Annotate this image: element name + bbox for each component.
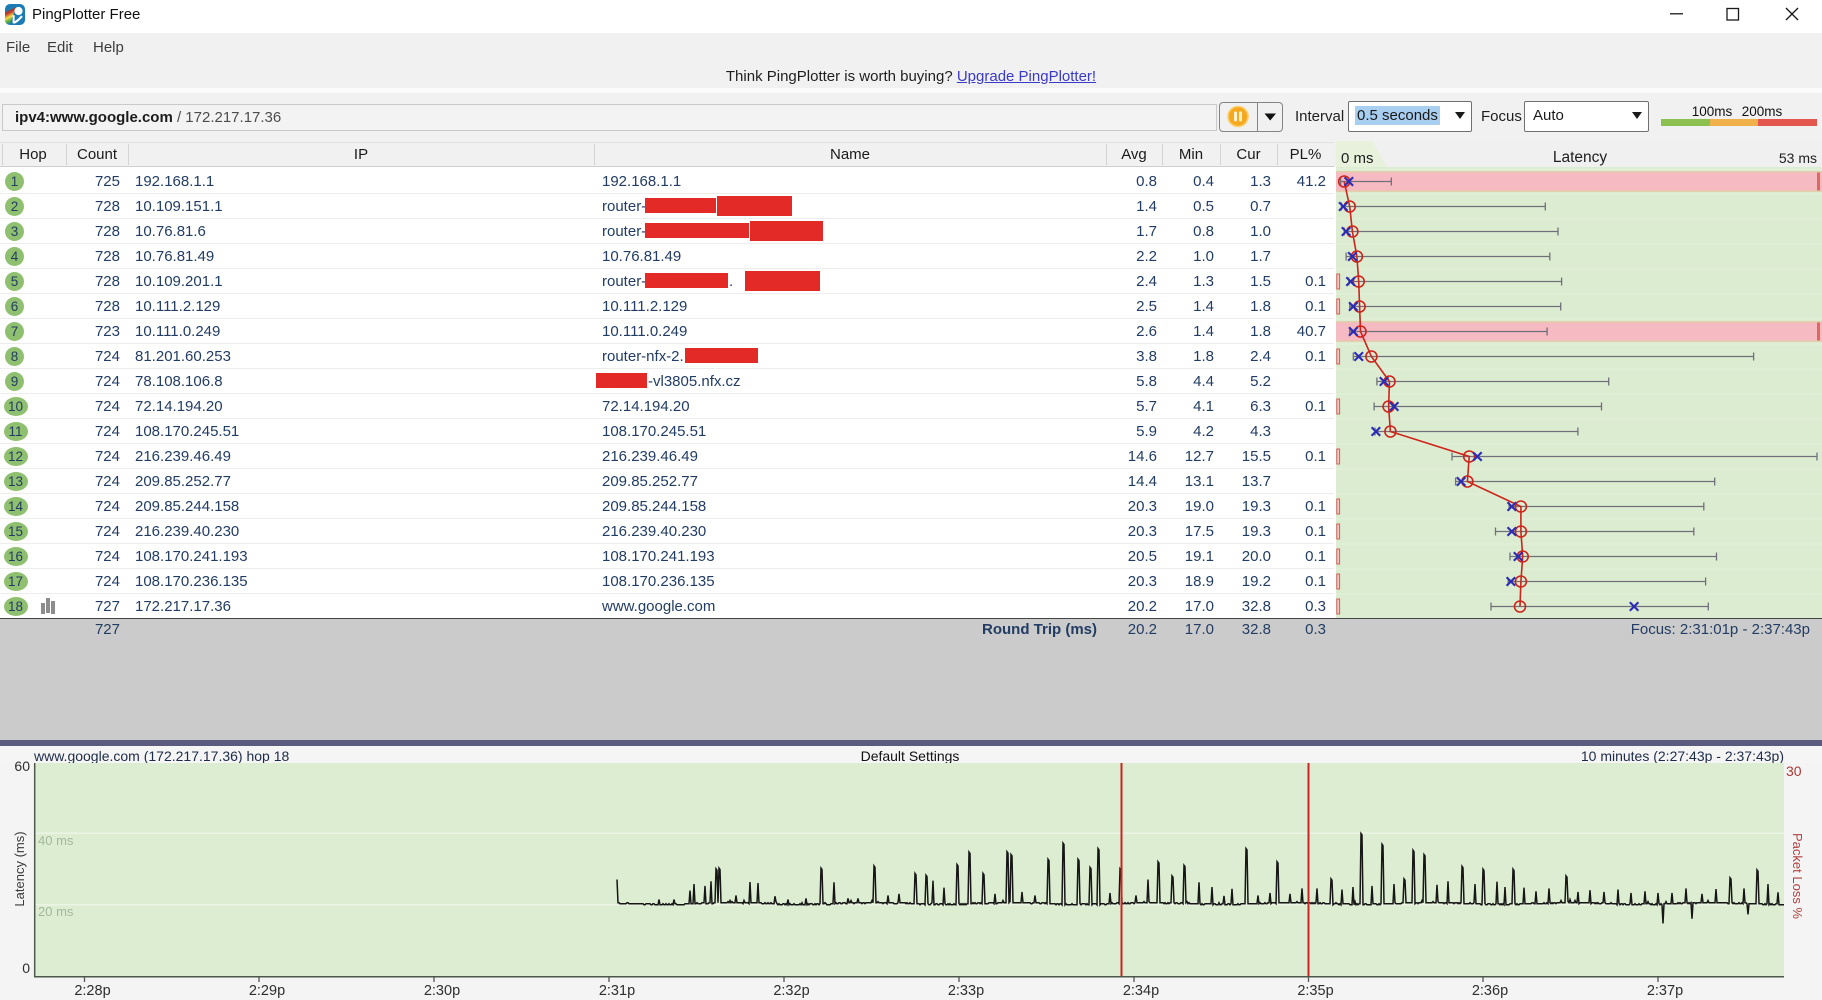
svg-text:2:28p: 2:28p [74,983,110,999]
svg-text:Latency (ms): Latency (ms) [12,831,27,906]
svg-text:2:37p: 2:37p [1647,983,1683,999]
svg-text:20 ms: 20 ms [38,904,74,919]
svg-text:2:35p: 2:35p [1297,983,1333,999]
svg-text:53 ms: 53 ms [1779,150,1817,166]
svg-text:Latency: Latency [1553,149,1608,166]
svg-text:2:33p: 2:33p [948,983,984,999]
svg-text:2:34p: 2:34p [1123,983,1159,999]
svg-text:0: 0 [22,960,30,976]
svg-text:0 ms: 0 ms [1341,150,1374,167]
svg-text:2:30p: 2:30p [424,983,460,999]
svg-text:60: 60 [14,758,30,774]
svg-text:Packet Loss %: Packet Loss % [1790,833,1805,919]
svg-text:40 ms: 40 ms [38,833,74,848]
svg-text:2:32p: 2:32p [773,983,809,999]
svg-text:2:36p: 2:36p [1472,983,1508,999]
svg-text:2:31p: 2:31p [599,983,635,999]
svg-text:2:29p: 2:29p [249,983,285,999]
svg-text:30: 30 [1786,763,1802,779]
